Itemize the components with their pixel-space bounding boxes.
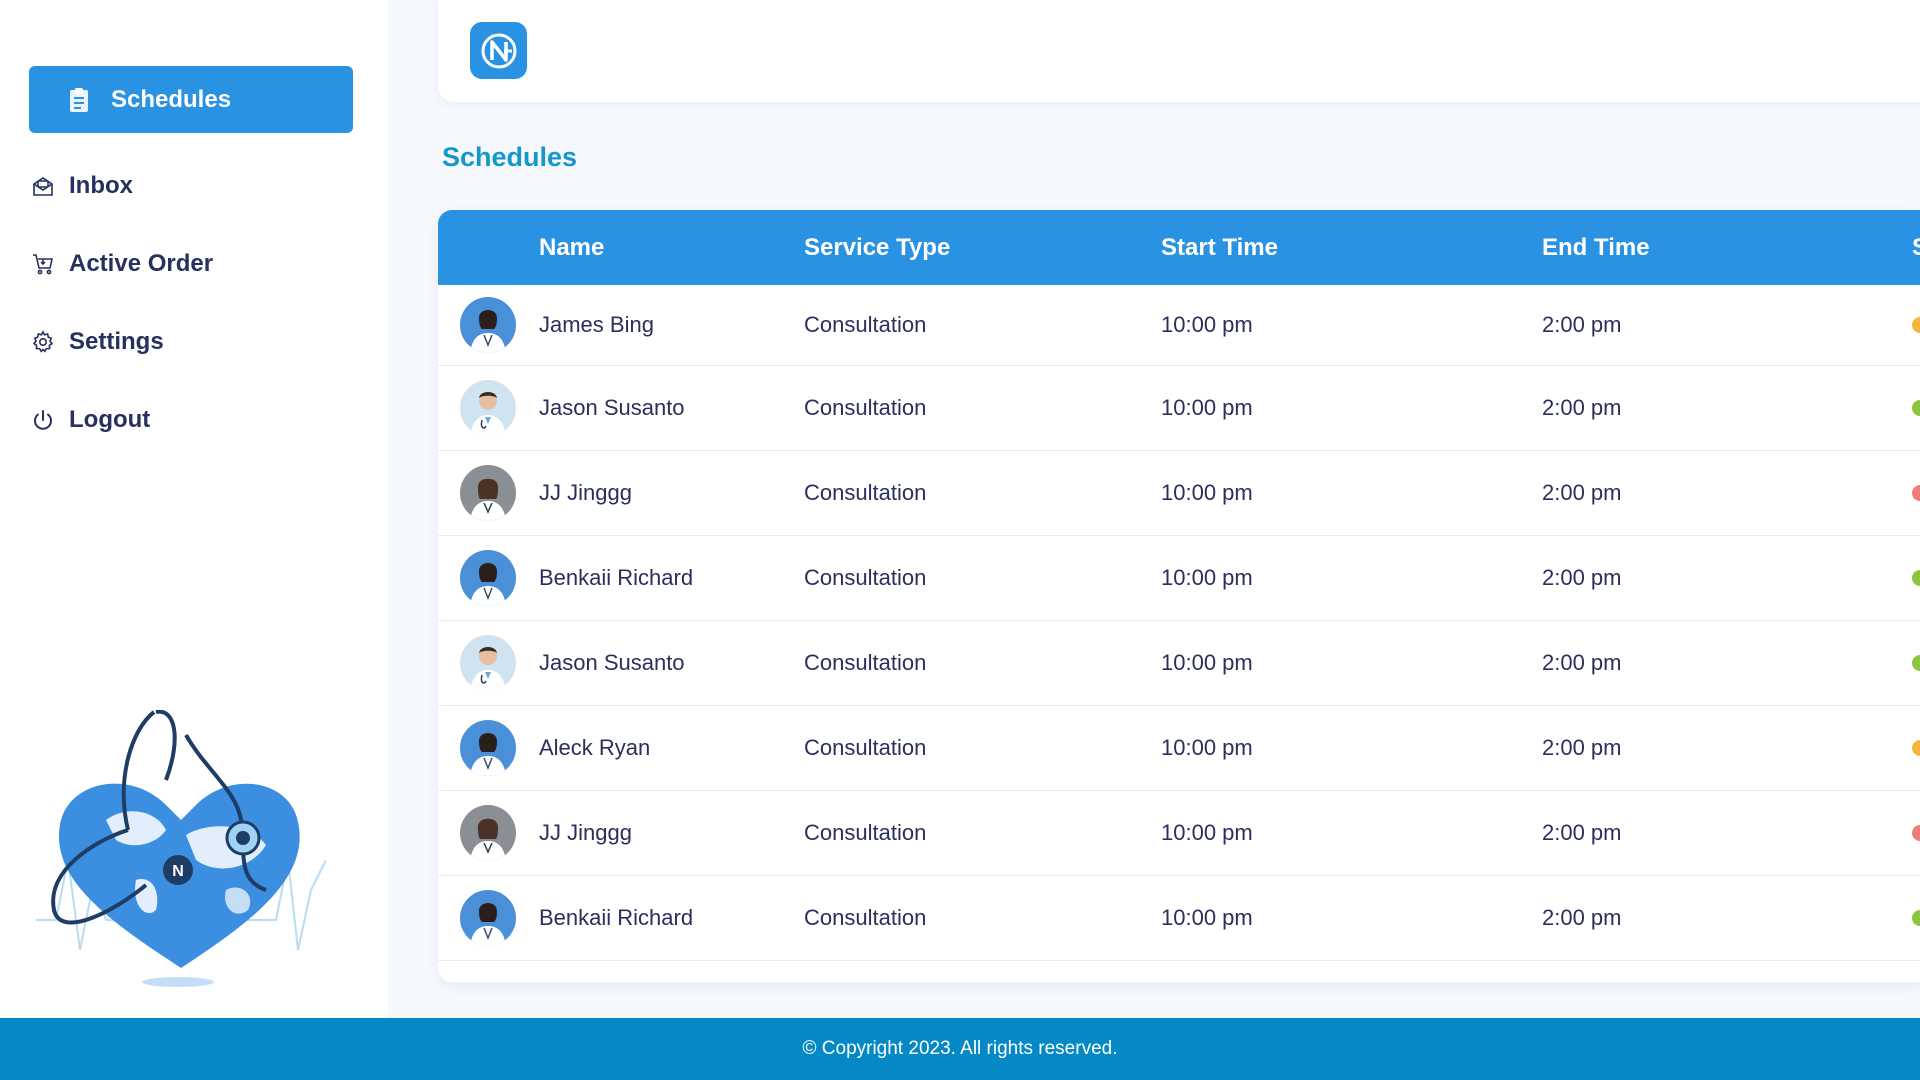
cell-start-time: 10:00 pm	[1161, 735, 1253, 760]
status-dot	[1912, 570, 1920, 586]
column-header-name[interactable]: Name	[539, 234, 604, 262]
status-dot	[1912, 317, 1920, 333]
cell-start-time: 10:00 pm	[1161, 820, 1253, 845]
avatar	[460, 380, 516, 436]
cell-name: JJ Jinggg	[539, 480, 632, 505]
avatar	[460, 635, 516, 691]
cell-start-time: 10:00 pm	[1161, 565, 1253, 590]
status-dot	[1912, 485, 1920, 501]
gear-icon	[29, 328, 57, 356]
cell-start-time: 10:00 pm	[1161, 395, 1253, 420]
heart-globe-stethoscope-illustration: N	[36, 709, 327, 1000]
cell-end-time: 2:00 pm	[1542, 905, 1622, 930]
status-dot	[1912, 825, 1920, 841]
avatar	[460, 297, 516, 353]
cell-end-time: 2:00 pm	[1542, 820, 1622, 845]
cell-service-type: Consultation	[804, 905, 927, 930]
cell-service-type: Consultation	[804, 480, 927, 505]
cell-start-time: 10:00 pm	[1161, 905, 1253, 930]
table-row[interactable]: Benkaii Richard Consultation 10:00 pm 2:00 …	[438, 536, 1920, 621]
sidebar-item-schedules[interactable]: Schedules	[29, 66, 353, 133]
sidebar: Schedules Inbox Active Order Settings Lo…	[0, 0, 388, 1018]
cell-end-time: 2:00 pm	[1542, 395, 1622, 420]
column-header-status[interactable]: S	[1912, 234, 1920, 262]
sidebar-item-label: Settings	[69, 328, 164, 355]
avatar	[460, 890, 516, 946]
cell-name: James Bing	[539, 312, 654, 337]
cell-end-time: 2:00 pm	[1542, 480, 1622, 505]
status-dot	[1912, 910, 1920, 926]
cart-icon	[29, 250, 57, 278]
table-body: James Bing Consultation 10:00 pm 2:00 pm Jas…	[438, 285, 1920, 961]
cell-end-time: 2:00 pm	[1542, 565, 1622, 590]
avatar	[460, 465, 516, 521]
avatar	[460, 805, 516, 861]
cell-start-time: 10:00 pm	[1161, 312, 1253, 337]
sidebar-item-label: Schedules	[111, 85, 232, 113]
sidebar-item-settings[interactable]: Settings	[29, 309, 353, 375]
sidebar-item-logout[interactable]: Logout	[29, 387, 353, 453]
top-bar	[438, 0, 1920, 102]
table-row[interactable]: Jason Susanto Consultation 10:00 pm 2:00 pm	[438, 621, 1920, 706]
status-dot	[1912, 740, 1920, 756]
cell-name: Jason Susanto	[539, 650, 685, 675]
clipboard-icon	[65, 86, 93, 114]
sidebar-item-label: Active Order	[69, 250, 214, 277]
copyright-text: © Copyright 2023. All rights reserved.	[802, 1038, 1118, 1059]
table-row[interactable]: JJ Jinggg Consultation 10:00 pm 2:00 pm	[438, 451, 1920, 536]
cell-name: Jason Susanto	[539, 395, 685, 420]
cell-service-type: Consultation	[804, 395, 927, 420]
column-header-service-type[interactable]: Service Type	[804, 234, 950, 262]
sidebar-item-inbox[interactable]: Inbox	[29, 153, 353, 219]
table-row[interactable]: James Bing Consultation 10:00 pm 2:00 pm	[438, 285, 1920, 366]
column-header-end-time[interactable]: End Time	[1542, 234, 1650, 262]
sidebar-nav: Schedules Inbox Active Order Settings Lo…	[29, 66, 353, 465]
sidebar-item-label: Logout	[69, 406, 151, 433]
power-icon	[29, 406, 57, 434]
schedules-table: Name Service Type Start Time End Time S …	[438, 210, 1920, 982]
brand-logo-icon[interactable]	[470, 22, 527, 79]
cell-name: Benkaii Richard	[539, 565, 694, 590]
cell-service-type: Consultation	[804, 565, 927, 590]
table-header: Name Service Type Start Time End Time S	[438, 210, 1920, 285]
cell-service-type: Consultation	[804, 735, 927, 760]
cell-service-type: Consultation	[804, 312, 927, 337]
table-row[interactable]: Aleck Ryan Consultation 10:00 pm 2:00 pm	[438, 706, 1920, 791]
cell-name: JJ Jinggg	[539, 820, 632, 845]
cell-start-time: 10:00 pm	[1161, 480, 1253, 505]
status-dot	[1912, 655, 1920, 671]
cell-service-type: Consultation	[804, 820, 927, 845]
column-header-start-time[interactable]: Start Time	[1161, 234, 1278, 262]
table-row[interactable]: Jason Susanto Consultation 10:00 pm 2:00 pm	[438, 366, 1920, 451]
cell-end-time: 2:00 pm	[1542, 735, 1622, 760]
sidebar-item-active-order[interactable]: Active Order	[29, 231, 353, 297]
avatar	[460, 720, 516, 776]
inbox-icon	[29, 172, 57, 200]
cell-end-time: 2:00 pm	[1542, 312, 1622, 337]
page-title: Schedules	[442, 142, 578, 172]
app-root: Schedules Inbox Active Order Settings Lo…	[0, 0, 1920, 1080]
table-row[interactable]: JJ Jinggg Consultation 10:00 pm 2:00 pm	[438, 791, 1920, 876]
cell-name: Benkaii Richard	[539, 905, 694, 930]
cell-name: Aleck Ryan	[539, 735, 651, 760]
footer: © Copyright 2023. All rights reserved.	[0, 1018, 1920, 1080]
svg-text:N: N	[172, 863, 184, 880]
cell-start-time: 10:00 pm	[1161, 650, 1253, 675]
sidebar-item-label: Inbox	[69, 172, 133, 199]
cell-service-type: Consultation	[804, 650, 927, 675]
table-row[interactable]: Benkaii Richard Consultation 10:00 pm 2:00 …	[438, 876, 1920, 961]
status-dot	[1912, 400, 1920, 416]
cell-end-time: 2:00 pm	[1542, 650, 1622, 675]
avatar	[460, 550, 516, 606]
